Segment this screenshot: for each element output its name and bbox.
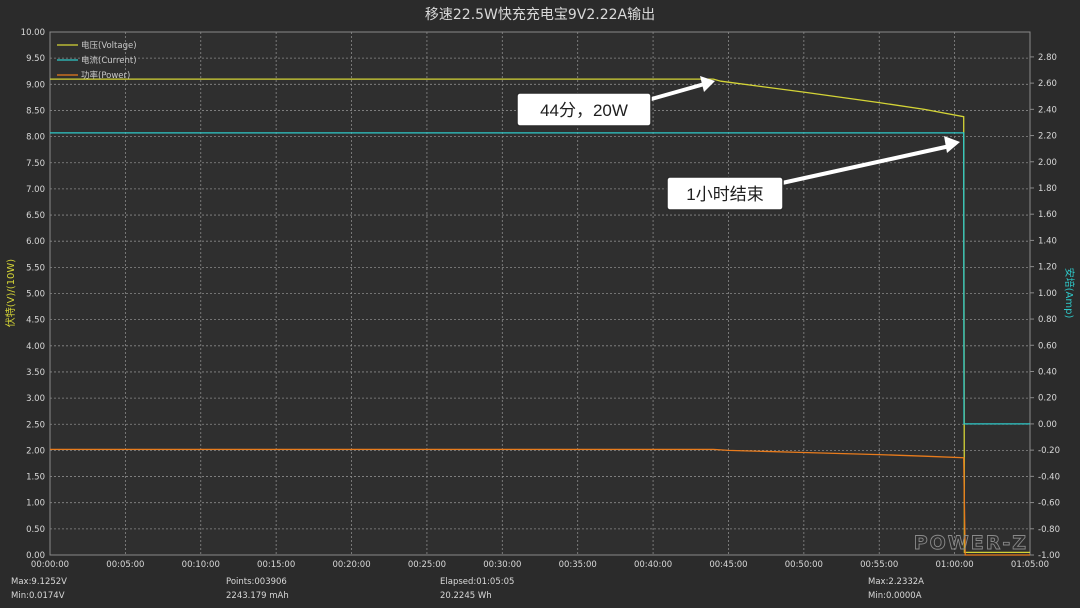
power-z-watermark: POWER-Z bbox=[914, 532, 1028, 554]
y-right-tick-label: 0.00 bbox=[1038, 420, 1057, 430]
y-right-tick-label: 2.20 bbox=[1038, 132, 1057, 142]
y-left-tick-label: 3.00 bbox=[26, 394, 45, 404]
y-right-tick-label: 2.80 bbox=[1038, 53, 1057, 63]
x-tick-label: 00:35:00 bbox=[559, 560, 597, 570]
legend-label-voltage: 电压(Voltage) bbox=[81, 40, 137, 51]
y-right-tick-label: 1.60 bbox=[1038, 210, 1057, 220]
y-left-tick-label: 2.00 bbox=[26, 446, 45, 456]
y-right-axis-label: 安培(Amp) bbox=[1063, 268, 1076, 319]
x-tick-label: 00:45:00 bbox=[709, 560, 747, 570]
legend-label-current: 电流(Current) bbox=[81, 55, 137, 66]
chart-title: 移速22.5W快充充电宝9V2.22A输出 bbox=[425, 7, 655, 23]
y-right-tick-label: 2.00 bbox=[1038, 158, 1057, 168]
y-left-tick-label: 7.50 bbox=[26, 159, 45, 169]
x-tick-label: 01:00:00 bbox=[936, 560, 974, 570]
y-right-tick-label: -0.20 bbox=[1038, 446, 1060, 456]
y-left-tick-label: 8.50 bbox=[26, 106, 45, 116]
y-left-tick-label: 10.00 bbox=[21, 28, 45, 38]
y-left-tick-label: 0.00 bbox=[26, 551, 45, 561]
stat-energy-wh: 20.2245 Wh bbox=[440, 591, 492, 601]
y-left-tick-label: 7.00 bbox=[26, 185, 45, 195]
y-right-tick-label: 0.40 bbox=[1038, 367, 1057, 377]
y-left-tick-label: 9.00 bbox=[26, 80, 45, 90]
y-left-tick-label: 5.00 bbox=[26, 290, 45, 300]
y-left-tick-label: 6.50 bbox=[26, 211, 45, 221]
legend-label-power: 功率(Power) bbox=[81, 70, 130, 81]
y-left-tick-label: 9.50 bbox=[26, 54, 45, 64]
y-left-tick-label: 1.00 bbox=[26, 499, 45, 509]
y-right-tick-label: 1.00 bbox=[1038, 289, 1057, 299]
x-tick-label: 00:10:00 bbox=[182, 560, 220, 570]
x-tick-label: 00:15:00 bbox=[257, 560, 295, 570]
y-left-tick-label: 3.50 bbox=[26, 368, 45, 378]
stat-elapsed: Elapsed:01:05:05 bbox=[440, 577, 514, 587]
stat-min-current: Min:0.0000A bbox=[868, 591, 922, 601]
y-right-tick-label: 0.20 bbox=[1038, 394, 1057, 404]
x-tick-label: 00:00:00 bbox=[31, 560, 69, 570]
y-right-tick-label: 1.40 bbox=[1038, 236, 1057, 246]
y-right-tick-label: 1.80 bbox=[1038, 184, 1057, 194]
x-tick-label: 00:55:00 bbox=[860, 560, 898, 570]
y-left-tick-label: 1.50 bbox=[26, 473, 45, 483]
stat-max-current: Max:2.2332A bbox=[868, 577, 924, 587]
y-right-tick-label: 0.80 bbox=[1038, 315, 1057, 325]
annotation-text: 44分，20W bbox=[540, 101, 628, 120]
y-left-tick-label: 4.00 bbox=[26, 342, 45, 352]
y-left-tick-label: 5.50 bbox=[26, 263, 45, 273]
y-left-tick-label: 2.50 bbox=[26, 420, 45, 430]
stat-max-voltage: Max:9.1252V bbox=[11, 577, 67, 587]
x-tick-label: 00:20:00 bbox=[332, 560, 370, 570]
y-left-tick-label: 4.50 bbox=[26, 316, 45, 326]
y-right-tick-label: -0.60 bbox=[1038, 499, 1060, 509]
stat-capacity-mah: 2243.179 mAh bbox=[226, 591, 289, 601]
y-right-tick-label: -1.00 bbox=[1038, 551, 1060, 561]
y-left-tick-label: 0.50 bbox=[26, 525, 45, 535]
annotation-text: 1小时结束 bbox=[686, 185, 763, 204]
power-chart: 移速22.5W快充充电宝9V2.22A输出 00:00:00 00:05:00 00… bbox=[0, 0, 1080, 608]
y-left-tick-label: 8.00 bbox=[26, 133, 45, 143]
x-tick-label: 00:25:00 bbox=[408, 560, 446, 570]
y-right-tick-label: 0.60 bbox=[1038, 341, 1057, 351]
y-right-tick-label: 2.40 bbox=[1038, 105, 1057, 115]
x-tick-label: 00:30:00 bbox=[483, 560, 521, 570]
y-left-tick-label: 6.00 bbox=[26, 237, 45, 247]
x-tick-label: 00:50:00 bbox=[785, 560, 823, 570]
y-right-tick-label: -0.40 bbox=[1038, 472, 1060, 482]
y-left-axis-label: 伏特(V)/(10W) bbox=[4, 259, 17, 328]
x-tick-label: 00:40:00 bbox=[634, 560, 672, 570]
y-right-tick-label: 2.60 bbox=[1038, 79, 1057, 89]
y-right-tick-label: 1.20 bbox=[1038, 263, 1057, 273]
x-tick-label: 01:05:00 bbox=[1011, 560, 1049, 570]
y-right-tick-label: -0.80 bbox=[1038, 525, 1060, 535]
stat-min-voltage: Min:0.0174V bbox=[11, 591, 65, 601]
x-tick-label: 00:05:00 bbox=[106, 560, 144, 570]
stat-points: Points:003906 bbox=[226, 577, 287, 587]
